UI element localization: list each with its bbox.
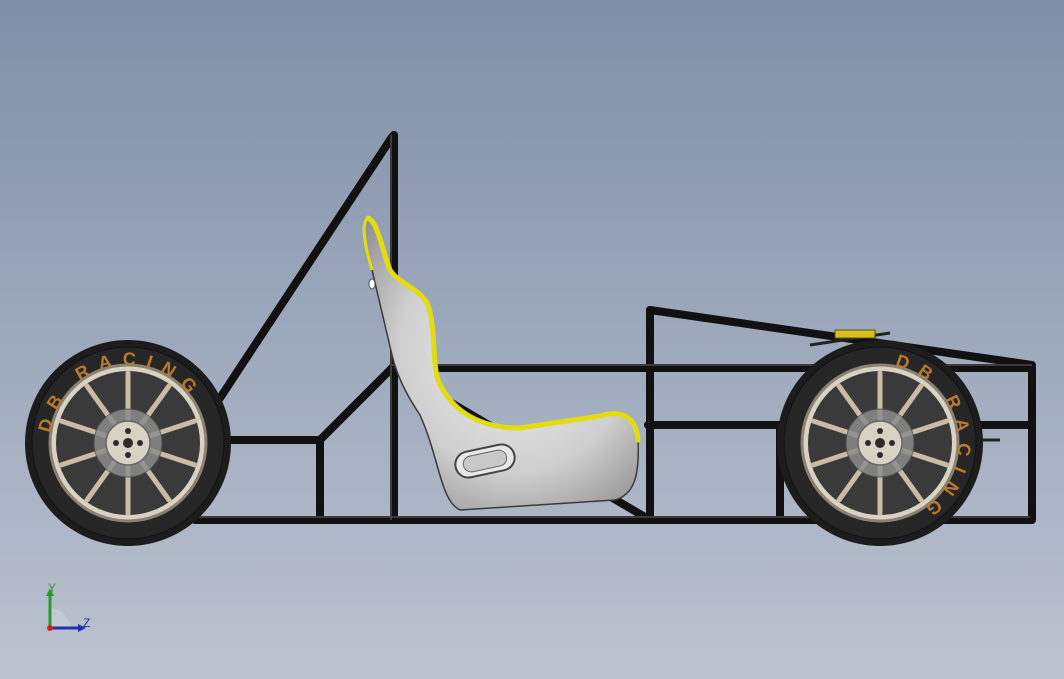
- triad-y-label: Y: [48, 581, 57, 595]
- coordinate-triad: Y Z: [38, 580, 98, 636]
- graphics-viewport[interactable]: DB RACING DB RACING Y Z: [0, 0, 1064, 679]
- front-wheel: DB RACING: [25, 340, 231, 546]
- car-model-scene[interactable]: DB RACING DB RACING: [0, 0, 1064, 679]
- triad-z-label: Z: [83, 616, 91, 630]
- rear-wheel: DB RACING: [777, 340, 983, 546]
